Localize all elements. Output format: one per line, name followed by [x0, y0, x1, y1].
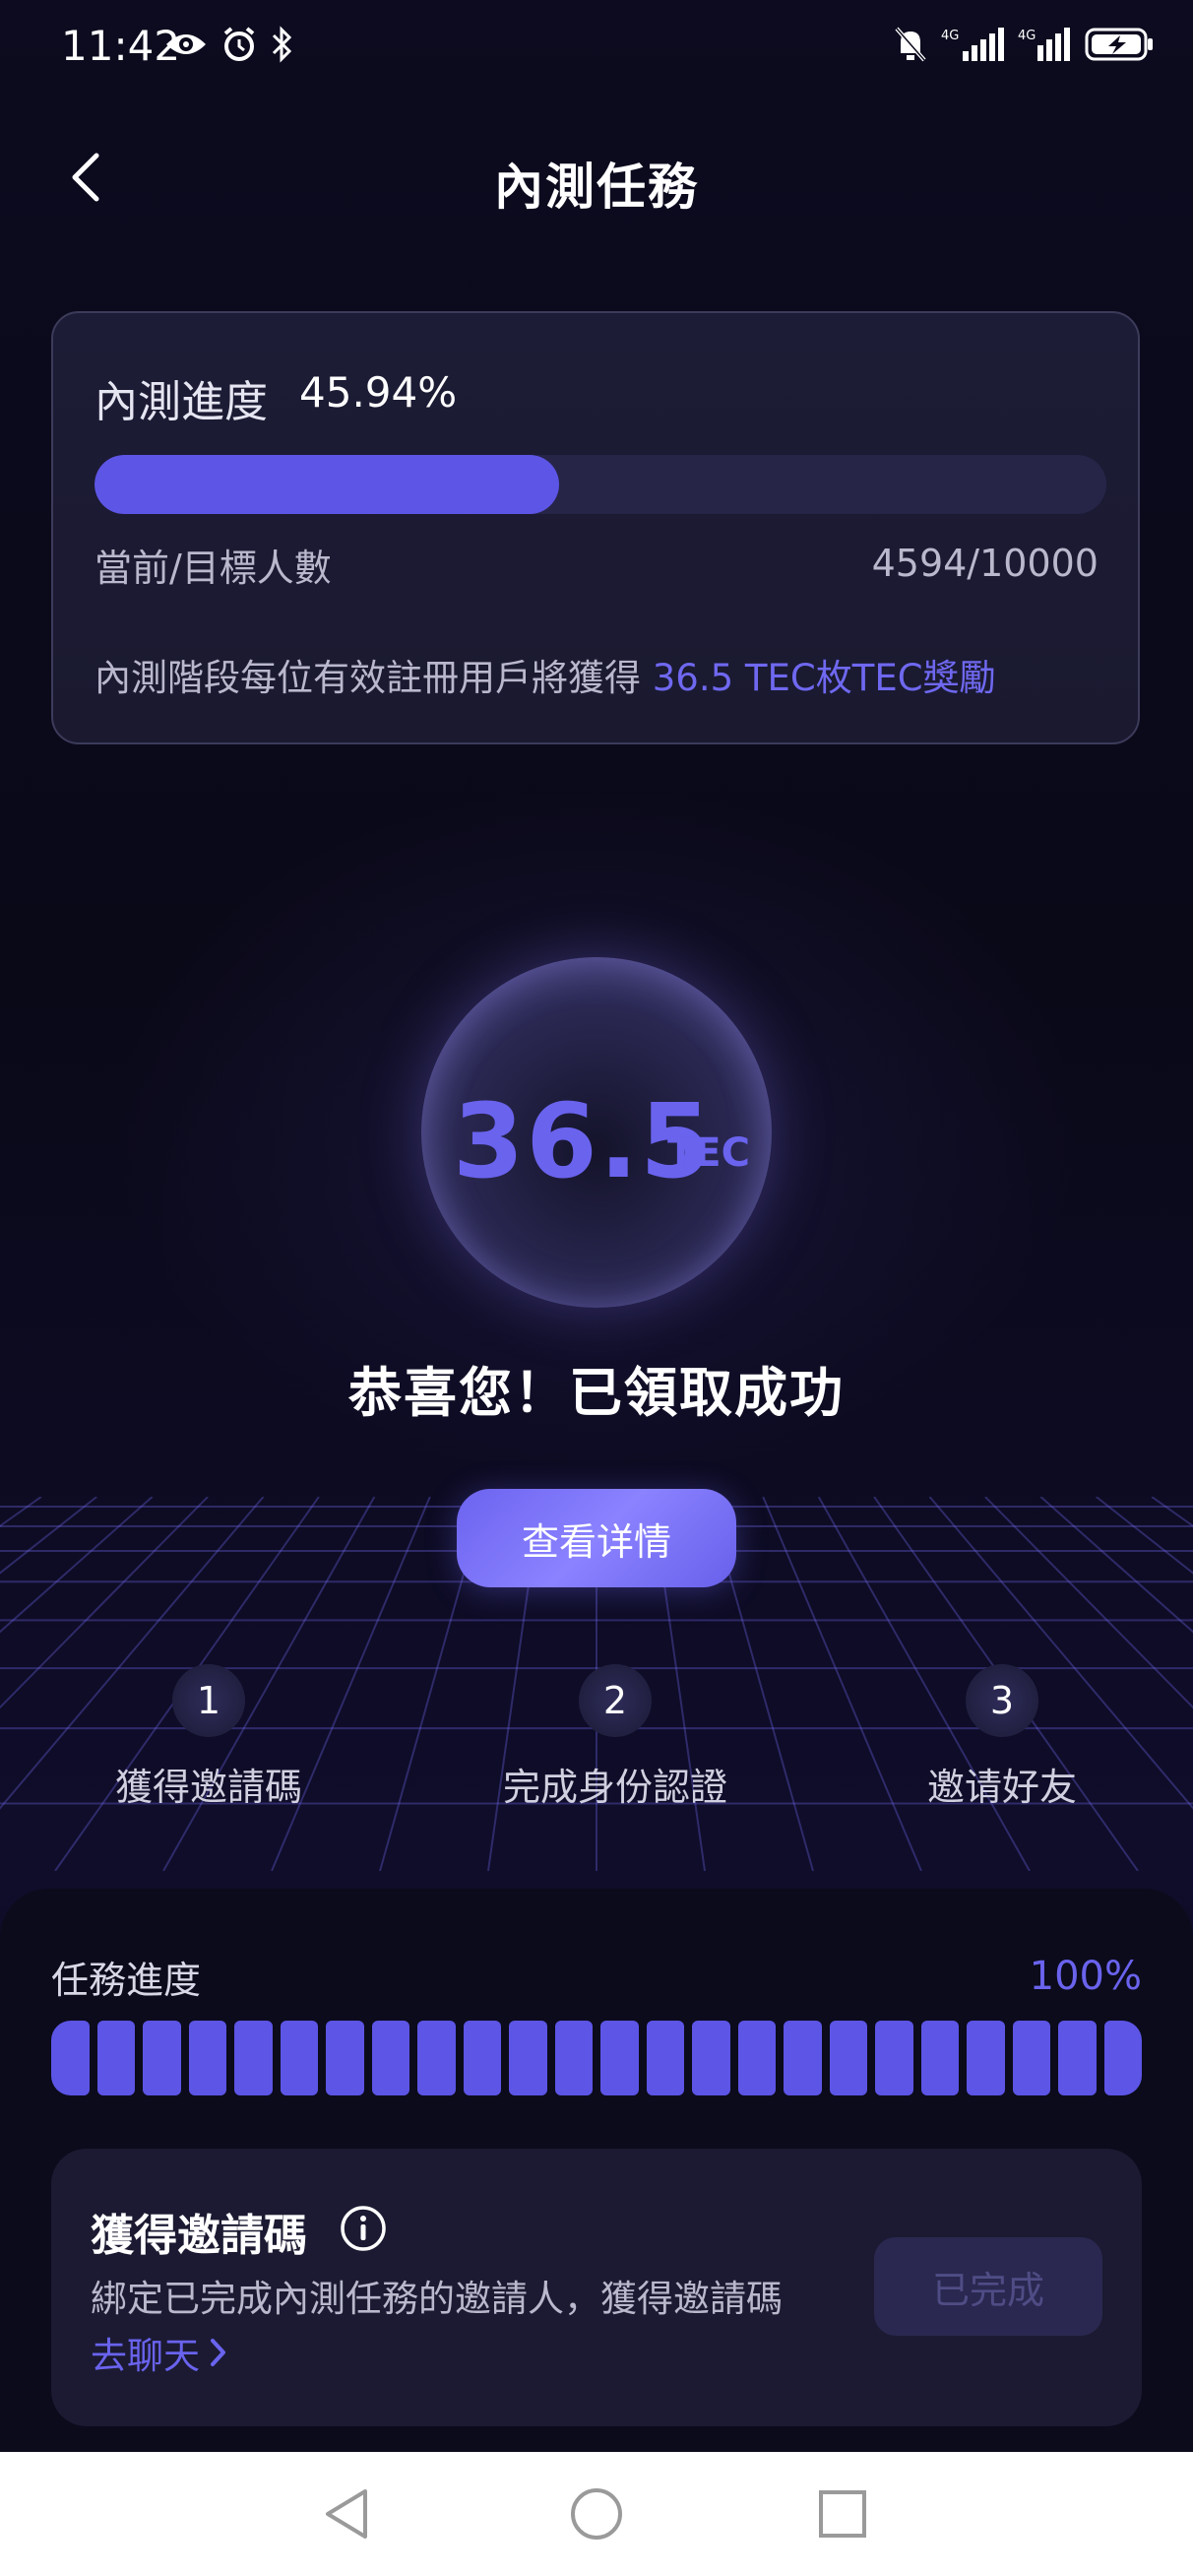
step-label: 完成身份認證 — [502, 1766, 727, 1809]
step-get-invite-code: 1 獲得邀請碼 — [31, 1664, 386, 1811]
bluetooth-icon — [272, 26, 292, 63]
progress-segment — [188, 2021, 226, 2095]
step-number: 2 — [579, 1664, 652, 1737]
square-recents-icon — [819, 2490, 866, 2538]
progress-segment — [875, 2021, 913, 2095]
reward-note-text: 內測階段每位有效註冊用戶將獲得 — [94, 657, 653, 699]
beta-progress-label: 內測進度 — [94, 377, 268, 427]
progress-segment — [646, 2021, 684, 2095]
reward-unit: TEC — [667, 1130, 750, 1176]
status-time: 11:42 — [61, 22, 181, 70]
progress-segment — [554, 2021, 593, 2095]
progress-segment — [96, 2021, 135, 2095]
alarm-icon — [223, 27, 255, 61]
go-chat-label: 去聊天 — [91, 2335, 200, 2377]
system-nav-bar — [0, 2452, 1193, 2576]
page-title: 內測任務 — [494, 159, 699, 216]
progress-segment — [371, 2021, 409, 2095]
progress-segment — [509, 2021, 547, 2095]
progress-segment — [51, 2021, 90, 2095]
mute-icon — [895, 27, 926, 62]
triangle-back-icon — [326, 2489, 367, 2539]
task-title: 獲得邀請碼 — [91, 2211, 307, 2261]
status-bar: 11:42 4G 4G — [0, 0, 1193, 98]
task-progress-label: 任務進度 — [51, 1959, 202, 2002]
completed-button[interactable]: 已完成 — [874, 2237, 1102, 2336]
step-invite-friends: 3 邀请好友 — [825, 1664, 1179, 1811]
reward-note: 內測階段每位有效註冊用戶將獲得 36.5 TEC枚TEC獎勵 — [94, 648, 996, 701]
status-right-icons: 4G 4G — [894, 26, 1154, 63]
status-left-icons — [163, 26, 295, 63]
progress-segment — [784, 2021, 822, 2095]
chevron-right-icon — [211, 2339, 225, 2366]
progress-segment — [1012, 2021, 1050, 2095]
progress-segment — [920, 2021, 959, 2095]
progress-segment — [737, 2021, 776, 2095]
reward-note-highlight: 36.5 TEC枚TEC獎勵 — [652, 657, 996, 699]
task-description: 綁定已完成內測任務的邀請人，獲得邀請碼 — [91, 2278, 783, 2320]
step-identity-verification: 2 完成身份認證 — [438, 1664, 792, 1811]
progress-segment — [463, 2021, 501, 2095]
progress-segment — [143, 2021, 181, 2095]
step-label: 獲得邀請碼 — [114, 1766, 302, 1809]
view-details-button[interactable]: 查看详情 — [457, 1489, 736, 1587]
progress-segment — [600, 2021, 639, 2095]
progress-segment — [234, 2021, 273, 2095]
progress-segment — [1058, 2021, 1097, 2095]
task-progress-bar — [51, 2021, 1142, 2095]
participant-count-value: 4594/10000 — [871, 542, 1099, 585]
nav-recents-button[interactable] — [813, 2484, 872, 2544]
go-chat-link[interactable]: 去聊天 — [91, 2326, 227, 2379]
participant-count-label: 當前/目標人數 — [94, 547, 332, 590]
progress-segment — [326, 2021, 364, 2095]
eye-icon — [166, 34, 206, 54]
success-message: 恭喜您！已領取成功 — [348, 1362, 845, 1424]
task-card-invite-code: 獲得邀請碼 綁定已完成內測任務的邀請人，獲得邀請碼 去聊天 已完成 — [51, 2149, 1142, 2426]
beta-progress-bar-fill — [94, 455, 560, 514]
nav-back-button[interactable] — [317, 2484, 376, 2544]
progress-segment — [417, 2021, 456, 2095]
battery-charging-icon — [1085, 28, 1153, 61]
svg-text:4G: 4G — [1018, 29, 1036, 43]
progress-segment — [1103, 2021, 1142, 2095]
step-number: 3 — [966, 1664, 1038, 1737]
signal-4g-icon: 4G — [941, 28, 1004, 61]
task-progress-value: 100% — [1029, 1954, 1142, 1999]
svg-text:4G: 4G — [941, 29, 959, 43]
progress-segment — [829, 2021, 867, 2095]
progress-segment — [280, 2021, 318, 2095]
step-label: 邀请好友 — [926, 1766, 1077, 1809]
nav-home-button[interactable] — [567, 2484, 626, 2544]
nav-header: 內測任務 — [0, 118, 1193, 236]
progress-segment — [967, 2021, 1005, 2095]
progress-segment — [692, 2021, 730, 2095]
signal-4g-icon: 4G — [1018, 28, 1070, 61]
beta-progress-percent: 45.94% — [299, 368, 458, 417]
step-number: 1 — [172, 1664, 245, 1737]
beta-progress-card: 內測進度 45.94% 當前/目標人數 4594/10000 內測階段每位有效註… — [51, 311, 1140, 744]
beta-progress-bar — [94, 455, 1106, 514]
info-icon[interactable] — [339, 2204, 388, 2253]
circle-home-icon — [571, 2488, 622, 2540]
